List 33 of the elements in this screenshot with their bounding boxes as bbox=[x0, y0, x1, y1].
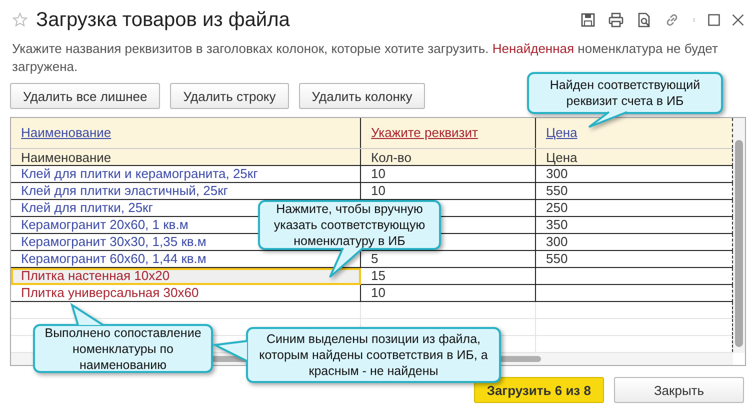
table-cell: 550 bbox=[536, 183, 733, 200]
toolbar-button[interactable]: Удалить колонку bbox=[298, 83, 426, 109]
table-cell[interactable]: Плитка настенная 10х20 bbox=[11, 268, 361, 285]
link-icon[interactable] bbox=[664, 12, 680, 28]
maximize-icon[interactable] bbox=[708, 14, 720, 26]
toolbar-button[interactable]: Удалить все лишнее bbox=[10, 83, 160, 109]
callout-tooltip: Выполнено сопоставление номенклатуры по наименованию bbox=[33, 303, 213, 373]
print-icon[interactable] bbox=[608, 12, 624, 28]
callout-tooltip: Синим выделены позиции из файла, которым найдены соответствия в ИБ, а красным - не найдены bbox=[213, 327, 501, 383]
column-link[interactable]: Наименование bbox=[21, 125, 112, 140]
table-cell[interactable]: Клей для плитки и керамогранита, 25кг bbox=[11, 166, 361, 183]
header-cell: Кол-во bbox=[361, 149, 536, 166]
save-icon[interactable] bbox=[580, 12, 596, 28]
window-title: Загрузка товаров из файла bbox=[36, 8, 291, 32]
preview-icon[interactable] bbox=[636, 12, 652, 28]
toolbar-button[interactable]: Удалить строку bbox=[170, 83, 289, 109]
table-cell: 300 bbox=[536, 166, 733, 183]
table-cell: 10 bbox=[361, 285, 536, 302]
header-cell: Наименование bbox=[11, 149, 361, 166]
table-cell: 15 bbox=[361, 268, 536, 285]
table-cell: 550 bbox=[536, 251, 733, 268]
load-button[interactable]: Загрузить 6 из 8 bbox=[474, 377, 604, 403]
vertical-scrollbar[interactable] bbox=[733, 118, 745, 353]
table-cell[interactable]: Плитка универсальная 30х60 bbox=[11, 285, 361, 302]
table-cell: 10 bbox=[361, 166, 536, 183]
close-button[interactable]: Закрыть bbox=[614, 377, 744, 403]
table-cell: 300 bbox=[536, 234, 733, 251]
close-icon[interactable] bbox=[732, 14, 744, 26]
column-link[interactable]: Укажите реквизит bbox=[371, 125, 478, 140]
table-cell: 250 bbox=[536, 200, 733, 217]
table-cell: 5 bbox=[361, 251, 536, 268]
table-cell: 350 bbox=[536, 217, 733, 234]
star-icon[interactable] bbox=[12, 12, 28, 28]
